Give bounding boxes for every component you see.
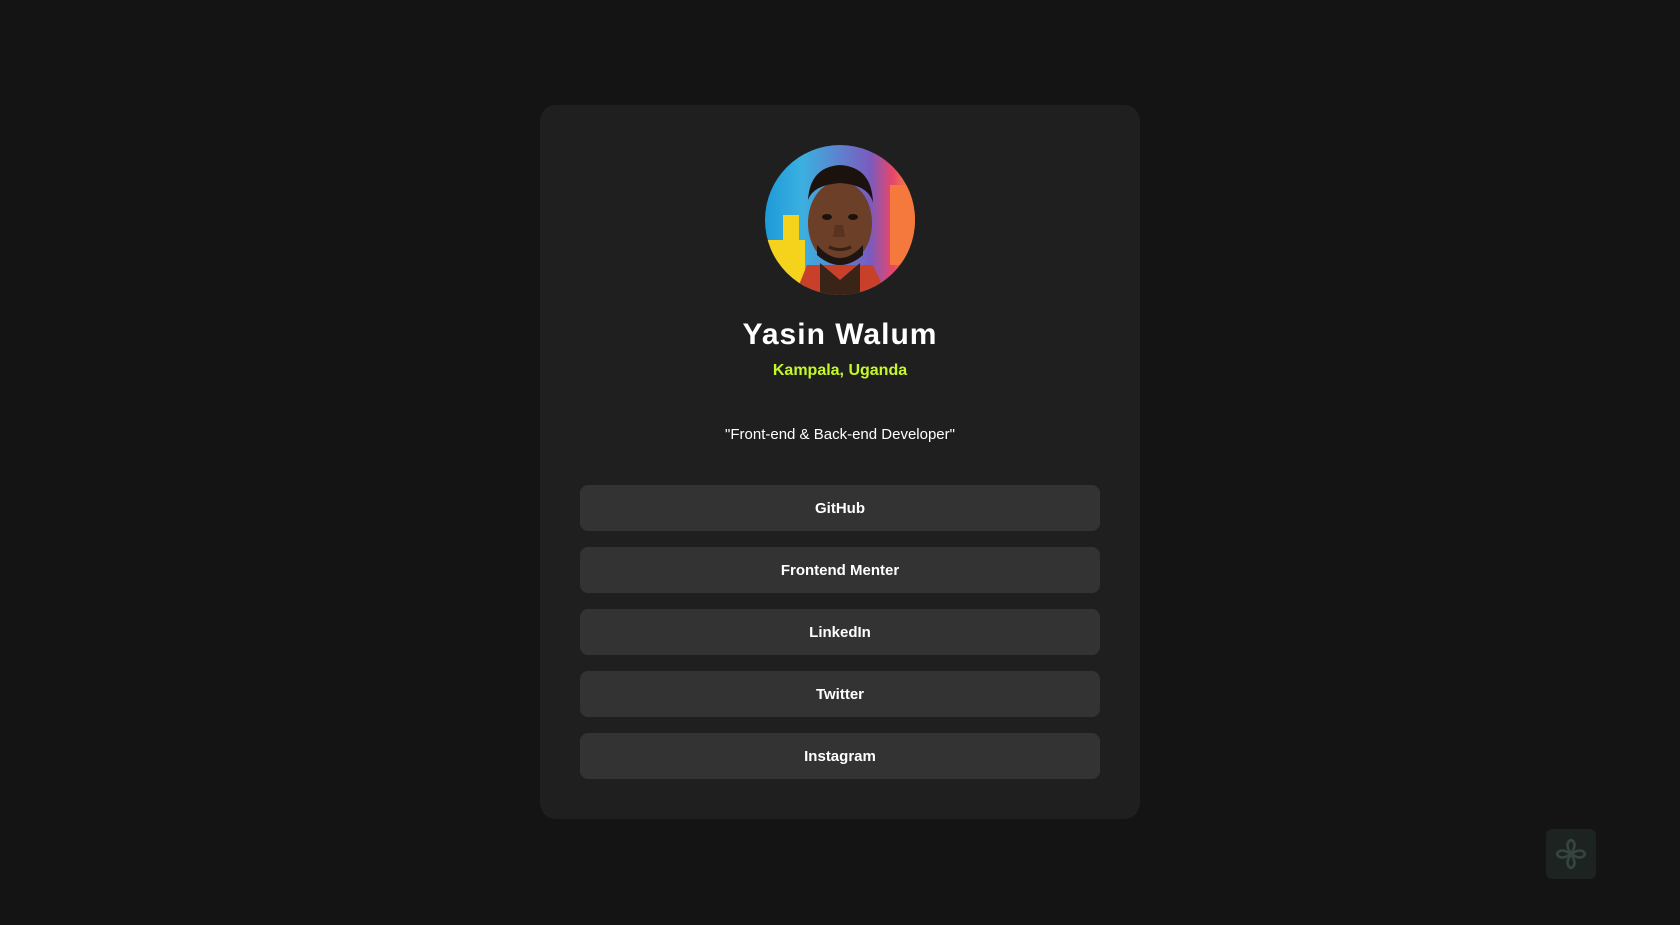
profile-bio: "Front-end & Back-end Developer": [725, 426, 955, 443]
profile-name: Yasin Walum: [742, 318, 938, 351]
github-link-button[interactable]: GitHub: [580, 485, 1100, 531]
profile-location: Kampala, Uganda: [772, 362, 908, 379]
avatar: [765, 145, 915, 295]
avatar-image: [765, 145, 915, 295]
frontend-mentor-link-button[interactable]: Frontend Menter: [580, 547, 1100, 593]
social-links: GitHub Frontend Menter LinkedIn Twitter …: [580, 485, 1100, 779]
profile-card: Yasin Walum Kampala, Uganda "Front-end &…: [540, 105, 1140, 819]
page: Yasin Walum Kampala, Uganda "Front-end &…: [0, 0, 1680, 925]
floating-widget-button[interactable]: [1546, 829, 1596, 879]
linkedin-link-button[interactable]: LinkedIn: [580, 609, 1100, 655]
instagram-link-button[interactable]: Instagram: [580, 733, 1100, 779]
flower-logo-icon: [1555, 838, 1587, 870]
twitter-link-button[interactable]: Twitter: [580, 671, 1100, 717]
